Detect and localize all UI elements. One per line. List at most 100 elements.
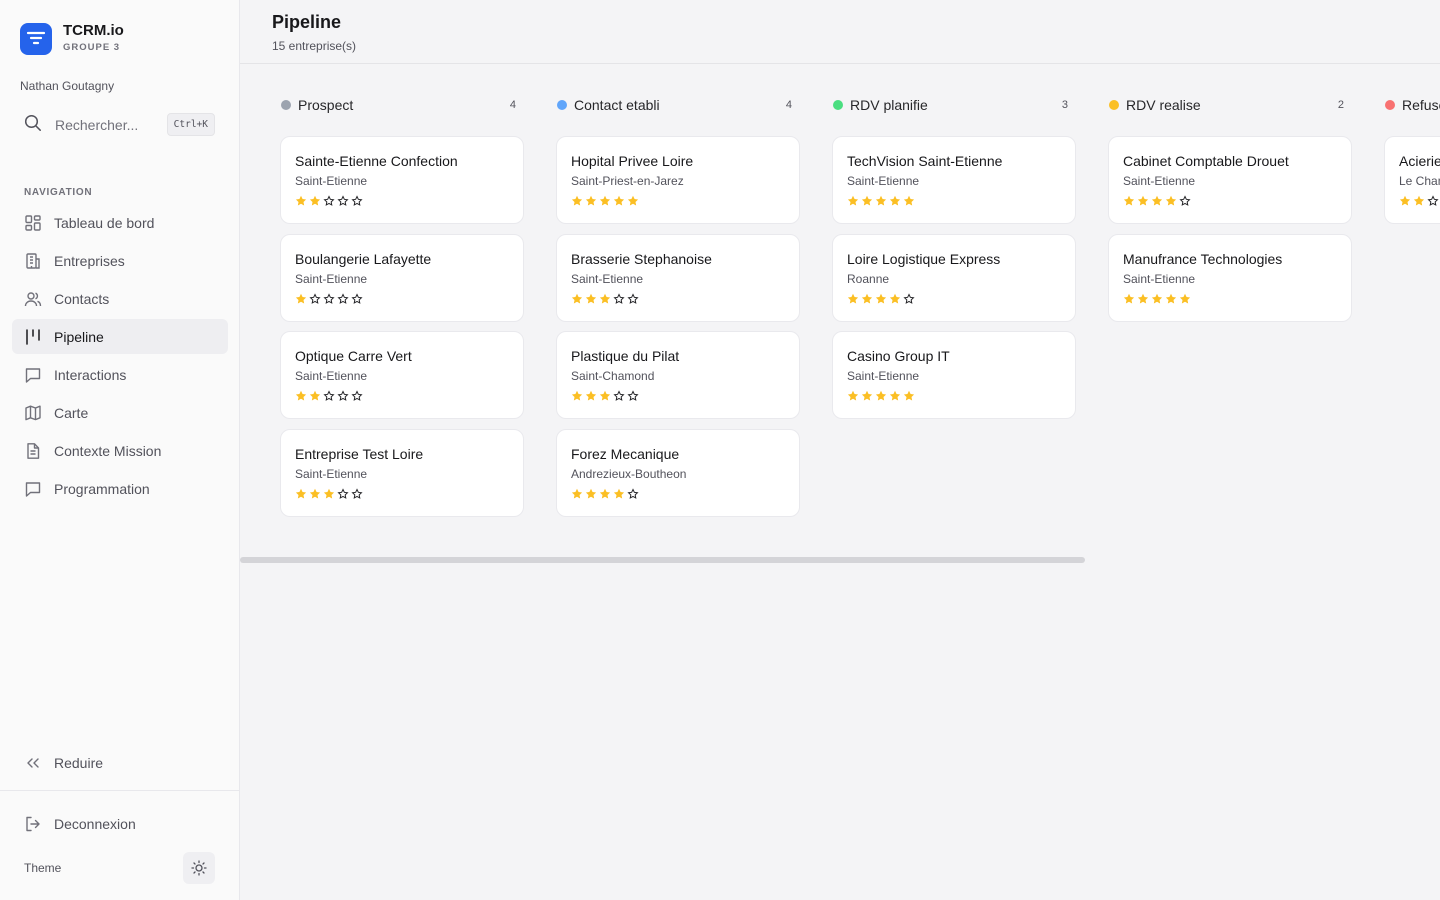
company-name: Loire Logistique Express <box>847 250 1001 267</box>
sidebar-item-pipeline[interactable]: Pipeline <box>12 319 228 354</box>
company-card[interactable]: Forez Mecanique Andrezieux-Boutheon <box>556 428 800 517</box>
star-empty-icon <box>627 292 639 304</box>
sidebar-item-tableau-de-bord[interactable]: Tableau de bord <box>12 205 228 240</box>
star-empty-icon <box>351 487 363 499</box>
star-filled-icon <box>599 488 611 498</box>
company-card[interactable]: Sainte-Etienne Confection Saint-Etienne <box>280 136 524 224</box>
sidebar-item-label: Programmation <box>54 480 150 497</box>
company-city: Saint-Etienne <box>571 271 644 286</box>
theme-toggle-button[interactable] <box>183 852 215 884</box>
sidebar-item-interactions[interactable]: Interactions <box>12 357 228 392</box>
company-name: Entreprise Test Loire <box>295 445 424 462</box>
star-filled-icon <box>1413 195 1425 206</box>
page-title: Pipeline <box>272 12 342 32</box>
star-filled-icon <box>585 195 597 206</box>
star-filled-icon <box>585 390 597 401</box>
company-name: TechVision Saint-Etienne <box>847 153 1003 169</box>
rating-stars <box>295 292 509 305</box>
company-card[interactable]: Boulangerie Lafayette Saint-Etienne <box>280 233 524 322</box>
company-name: Brasserie Stephanoise <box>571 250 712 267</box>
pipeline-icon <box>24 328 42 346</box>
star-empty-icon <box>903 292 915 304</box>
status-dot <box>281 100 291 110</box>
company-card[interactable]: Entreprise Test Loire Saint-Etienne <box>280 428 524 517</box>
sidebar-item-contexte-mission[interactable]: Contexte Mission <box>12 433 228 468</box>
sidebar-item-carte[interactable]: Carte <box>12 395 228 430</box>
company-card[interactable]: Optique Carre Vert Saint-Etienne <box>280 331 524 419</box>
status-dot <box>833 100 843 110</box>
star-empty-icon <box>351 292 363 304</box>
column-header: RDV realise 2 <box>1108 88 1352 122</box>
star-filled-icon <box>571 195 583 206</box>
star-filled-icon <box>1165 195 1177 206</box>
sidebar-item-label: Carte <box>54 404 89 421</box>
company-city: Roanne <box>847 271 890 286</box>
rating-stars <box>847 195 1061 207</box>
star-empty-icon <box>337 390 349 401</box>
status-dot <box>1385 100 1395 110</box>
column-header: RDV planifie 3 <box>832 88 1076 122</box>
sidebar-item-label: Tableau de bord <box>54 214 155 231</box>
column-title: Prospect <box>298 97 354 113</box>
star-empty-icon <box>337 195 349 206</box>
sidebar-item-contacts[interactable]: Contacts <box>12 281 228 316</box>
star-filled-icon <box>903 390 915 401</box>
pipeline-column: Contact etabli 4 Hopital Privee Loire Saint… <box>556 88 800 526</box>
star-filled-icon <box>1123 293 1135 303</box>
search-button[interactable]: Rechercher... Ctrl+K <box>12 110 228 140</box>
star-empty-icon <box>627 487 639 499</box>
company-card[interactable]: Hopital Privee Loire Saint-Priest-en-Jare… <box>556 136 800 224</box>
company-name: Forez Mecanique <box>571 445 680 462</box>
star-empty-icon <box>323 292 335 304</box>
company-city: Saint-Etienne <box>847 174 920 188</box>
star-filled-icon <box>1151 293 1163 303</box>
star-filled-icon <box>861 390 873 401</box>
star-empty-icon <box>323 195 335 206</box>
company-card[interactable]: Manufrance Technologies Saint-Etienne <box>1108 233 1352 322</box>
column-header: Prospect 4 <box>280 88 524 122</box>
star-filled-icon <box>1137 293 1149 303</box>
app-name: TCRM.io <box>63 22 124 39</box>
company-card[interactable]: Loire Logistique Express Roanne <box>832 233 1076 322</box>
board-horizontal-scrollbar[interactable] <box>240 557 1085 563</box>
company-name: Boulangerie Lafayette <box>295 250 432 267</box>
company-card[interactable]: Plastique du Pilat Saint-Chamond <box>556 331 800 419</box>
company-name: Casino Group IT <box>847 348 950 364</box>
star-filled-icon <box>1151 195 1163 206</box>
pipeline-board: Prospect 4 Sainte-Etienne Confection Saint-… <box>280 88 1440 528</box>
star-filled-icon <box>861 293 873 303</box>
sidebar-item-label: Interactions <box>54 366 127 383</box>
company-card[interactable]: Casino Group IT Saint-Etienne <box>832 331 1076 419</box>
column-count: 3 <box>1061 99 1068 111</box>
company-name: Manufrance Technologies <box>1123 250 1283 267</box>
star-filled-icon <box>861 195 873 206</box>
rating-stars <box>571 390 785 402</box>
company-name: Sainte-Etienne Confection <box>295 153 458 169</box>
sidebar-item-entreprises[interactable]: Entreprises <box>12 243 228 278</box>
star-empty-icon <box>1179 195 1191 206</box>
star-filled-icon <box>847 293 859 303</box>
company-card[interactable]: Brasserie Stephanoise Saint-Etienne <box>556 233 800 322</box>
map-icon <box>24 404 42 422</box>
company-card[interactable]: Cabinet Comptable Drouet Saint-Etienne <box>1108 136 1352 224</box>
column-title: Refuse <box>1402 97 1440 113</box>
star-filled-icon <box>571 293 583 303</box>
company-card[interactable]: TechVision Saint-Etienne Saint-Etienne <box>832 136 1076 224</box>
rating-stars <box>295 390 509 402</box>
collapse-sidebar-button[interactable]: Reduire <box>12 746 228 780</box>
rating-stars <box>1399 195 1440 207</box>
logout-button[interactable]: Deconnexion <box>12 807 228 841</box>
company-city: Saint-Etienne <box>847 369 920 383</box>
column-title: Contact etabli <box>574 97 660 113</box>
sidebar-item-programmation[interactable]: Programmation <box>12 471 228 506</box>
star-filled-icon <box>1399 195 1411 206</box>
message-icon <box>24 366 42 384</box>
company-city: Le Chambon <box>1399 174 1440 188</box>
star-filled-icon <box>599 390 611 401</box>
logo-icon <box>20 22 52 55</box>
company-card[interactable]: Acierie Le Chambon <box>1384 136 1440 224</box>
star-filled-icon <box>613 195 625 206</box>
brand[interactable]: TCRM.io GROUPE 3 <box>20 22 124 55</box>
star-filled-icon <box>599 293 611 303</box>
pipeline-column: RDV realise 2 Cabinet Comptable Drouet Sain… <box>1108 88 1352 331</box>
